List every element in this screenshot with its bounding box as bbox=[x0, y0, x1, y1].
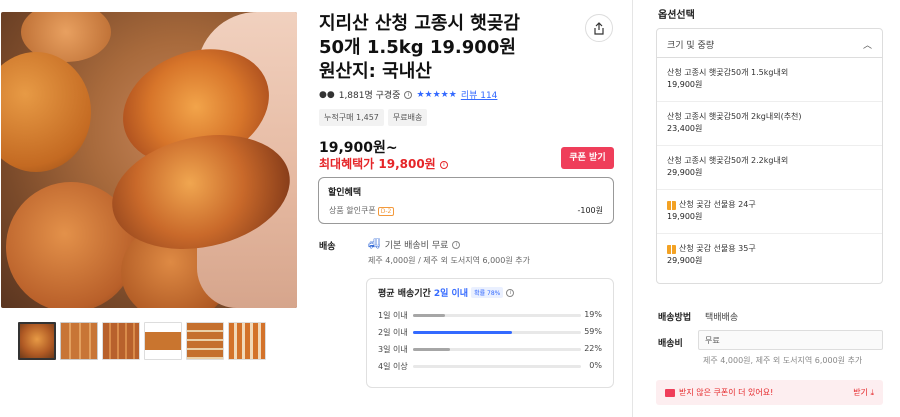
option-price: 19,900원 bbox=[667, 212, 703, 221]
option-price: 29,900원 bbox=[667, 256, 703, 265]
delivery-row: 2일 이내 59% bbox=[378, 327, 602, 339]
discount-label-group: 상품 할인쿠폰 D-2 bbox=[329, 205, 395, 216]
star-rating: ★★★★★ bbox=[416, 89, 457, 100]
option-name: 산청 곶감 선물용 24구 bbox=[679, 200, 756, 209]
option-list: 크기 및 중량 ︿ 산청 고종시 햇곶감50개 1.5kg내외 19,900원 … bbox=[656, 28, 883, 284]
gift-icon bbox=[667, 200, 676, 210]
delivery-info-icon[interactable]: i bbox=[506, 288, 515, 297]
best-price-text: 최대혜택가 19,800원 bbox=[319, 157, 436, 171]
share-icon bbox=[594, 21, 604, 35]
product-price: 19,900원~ bbox=[319, 140, 398, 156]
shipping-label: 배송 bbox=[319, 242, 336, 252]
shipping-free: 🚚︎ 기본 배송비 무료 i bbox=[368, 238, 461, 251]
free-shipping-badge: 무료배송 bbox=[387, 109, 428, 126]
rating-row: ●● 1,881명 구경중 i ★★★★★ 리뷰 114 bbox=[319, 88, 498, 102]
option-price: 23,400원 bbox=[667, 124, 703, 133]
option-group-label: 크기 및 중량 bbox=[667, 41, 715, 51]
option-price: 29,900원 bbox=[667, 168, 703, 177]
option-name: 산청 고종시 햇곶감50개 1.5kg내외 bbox=[667, 68, 789, 77]
gift-icon bbox=[667, 244, 676, 254]
delivery-row-label: 1일 이내 bbox=[378, 311, 408, 320]
option-name: 산청 곶감 선물용 35구 bbox=[679, 244, 756, 253]
coupon-banner-text: 받지 않은 쿠폰이 더 있어요! bbox=[679, 388, 774, 397]
delivery-stats-box: 평균 배송기간 2일 이내 확률 78% i 1일 이내 19% 2일 이내 5… bbox=[366, 278, 614, 388]
delivery-row-pct: 59% bbox=[584, 327, 602, 336]
thumbnail-6[interactable] bbox=[228, 322, 266, 360]
discount-box: 할인혜택 상품 할인쿠폰 D-2 -100원 bbox=[318, 177, 614, 224]
shipping-info-icon[interactable]: i bbox=[452, 240, 461, 249]
delivery-rate-badge: 확률 78% bbox=[471, 287, 504, 298]
best-price: 최대혜택가 19,800원 i bbox=[319, 155, 448, 172]
option-panel: 옵션선택 크기 및 중량 ︿ 산청 고종시 햇곶감50개 1.5kg내외 19,… bbox=[632, 0, 900, 417]
thumbnail-2[interactable] bbox=[60, 322, 98, 360]
delivery-row-pct: 19% bbox=[584, 310, 602, 319]
option-title: 옵션선택 bbox=[658, 10, 695, 21]
option-name: 산청 고종시 햇곶감50개 2.2kg내외 bbox=[667, 156, 789, 165]
info-icon[interactable]: i bbox=[404, 90, 413, 99]
delivery-row: 1일 이내 19% bbox=[378, 310, 602, 322]
discount-code: D-2 bbox=[377, 207, 395, 216]
get-coupon-button[interactable]: 쿠폰 받기 bbox=[561, 147, 614, 169]
product-badges: 누적구매 1,457 무료배송 bbox=[319, 109, 428, 126]
best-price-info-icon[interactable]: i bbox=[439, 160, 448, 169]
delivery-heading-highlight: 2일 이내 bbox=[433, 289, 469, 299]
product-main-image[interactable] bbox=[1, 12, 297, 308]
option-item[interactable]: 산청 곶감 선물용 35구 29,900원 bbox=[657, 234, 882, 278]
delivery-stats-heading: 평균 배송기간 2일 이내 확률 78% i bbox=[378, 286, 515, 299]
thumbnail-strip bbox=[18, 322, 266, 360]
share-button[interactable] bbox=[585, 14, 613, 42]
delivery-row-pct: 0% bbox=[589, 361, 602, 370]
option-price: 19,900원 bbox=[667, 80, 703, 89]
shipping-fee-label: 배송비 bbox=[658, 339, 683, 349]
delivery-row: 3일 이내 22% bbox=[378, 344, 602, 356]
delivery-row: 4일 이상 0% bbox=[378, 361, 602, 373]
discount-row: 상품 할인쿠폰 D-2 -100원 bbox=[329, 205, 603, 216]
thumbnail-1[interactable] bbox=[18, 322, 56, 360]
option-group-header[interactable]: 크기 및 중량 ︿ bbox=[657, 29, 882, 58]
delivery-row-fill bbox=[413, 314, 445, 317]
coupon-download-link[interactable]: 받기 ⤓ bbox=[853, 387, 874, 398]
option-item[interactable]: 산청 고종시 햇곶감50개 2.2kg내외 29,900원 bbox=[657, 146, 882, 190]
shipping-extra: 제주 4,000원 / 제주 외 도서지역 6,000원 추가 bbox=[368, 256, 530, 265]
shipping-method-value: 택배배송 bbox=[705, 313, 739, 323]
delivery-row-label: 3일 이내 bbox=[378, 345, 408, 354]
thumbnail-3[interactable] bbox=[102, 322, 140, 360]
thumbnail-4[interactable] bbox=[144, 322, 182, 360]
delivery-row-bar bbox=[413, 348, 581, 351]
discount-amount: -100원 bbox=[577, 206, 603, 215]
chevron-up-icon[interactable]: ︿ bbox=[863, 38, 872, 51]
watching-count: 1,881명 구경중 bbox=[338, 91, 401, 101]
option-item[interactable]: 산청 곶감 선물용 24구 19,900원 bbox=[657, 190, 882, 234]
delivery-row-bar bbox=[413, 331, 581, 334]
option-name: 산청 고종시 햇곶감50개 2kg내외(추천) bbox=[667, 112, 802, 121]
delivery-row-fill bbox=[413, 331, 513, 334]
shipping-fee-field: 무료 bbox=[698, 330, 883, 350]
truck-icon: 🚚︎ bbox=[368, 239, 381, 250]
product-title: 지리산 산청 고종시 햇곶감 50개 1.5kg 19.900원 원산지: 국내… bbox=[319, 13, 520, 82]
coupon-icon bbox=[665, 388, 675, 397]
discount-label: 상품 할인쿠폰 bbox=[329, 206, 376, 215]
shipping-method-label: 배송방법 bbox=[658, 313, 692, 323]
delivery-heading-prefix: 평균 배송기간 bbox=[378, 289, 431, 299]
review-link[interactable]: 리뷰 114 bbox=[461, 88, 498, 101]
option-item[interactable]: 산청 고종시 햇곶감50개 1.5kg내외 19,900원 bbox=[657, 58, 882, 102]
option-name-row: 산청 곶감 선물용 24구 bbox=[667, 199, 872, 211]
thumbnail-5[interactable] bbox=[186, 322, 224, 360]
option-name-row: 산청 곶감 선물용 35구 bbox=[667, 243, 872, 255]
delivery-row-label: 2일 이내 bbox=[378, 328, 408, 337]
delivery-row-pct: 22% bbox=[584, 344, 602, 353]
delivery-row-bar bbox=[413, 314, 581, 317]
discount-title: 할인혜택 bbox=[328, 188, 362, 198]
coupon-banner[interactable]: 받지 않은 쿠폰이 더 있어요! 받기 ⤓ bbox=[656, 380, 883, 405]
purchase-count-badge: 누적구매 1,457 bbox=[319, 109, 384, 126]
delivery-row-label: 4일 이상 bbox=[378, 362, 408, 371]
option-item[interactable]: 산청 고종시 햇곶감50개 2kg내외(추천) 23,400원 bbox=[657, 102, 882, 146]
watching-icon: ●● bbox=[319, 89, 335, 100]
shipping-fee-note: 제주 4,000원, 제주 외 도서지역 6,000원 추가 bbox=[703, 356, 863, 365]
delivery-row-bar bbox=[413, 365, 581, 368]
delivery-row-fill bbox=[413, 348, 450, 351]
shipping-free-text: 기본 배송비 무료 bbox=[384, 241, 449, 251]
